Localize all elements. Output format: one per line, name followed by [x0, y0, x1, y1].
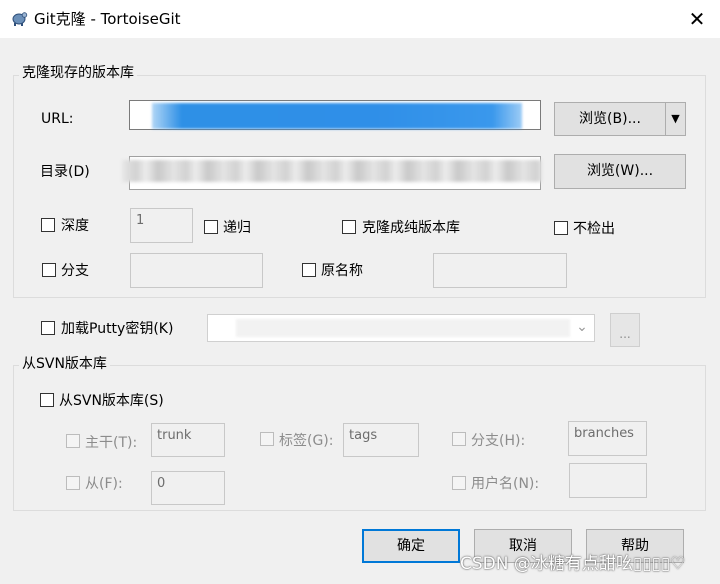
putty-redacted-text [236, 319, 570, 337]
csdn-watermark: CSDN @冰糖有点甜吆▯▯▯▯♡ [460, 554, 686, 574]
username-label: 用户名(N): [471, 476, 540, 492]
username-input[interactable] [569, 463, 647, 498]
from-rev-label: 从(F): [85, 476, 123, 492]
bare-label: 克隆成纯版本库 [362, 220, 460, 236]
username-checkbox[interactable] [452, 476, 466, 490]
close-icon[interactable]: ✕ [684, 6, 710, 32]
chevron-down-icon: ⌄ [576, 319, 588, 335]
recursive-checkbox[interactable] [204, 220, 218, 234]
url-browse-button[interactable]: 浏览(B)... [554, 102, 666, 136]
tags-checkbox[interactable] [260, 432, 274, 446]
url-input[interactable] [129, 100, 541, 130]
origin-input[interactable] [433, 253, 567, 288]
putty-browse-button[interactable]: ... [610, 313, 640, 347]
from-svn-label: 从SVN版本库(S) [59, 393, 164, 409]
no-checkout-label: 不检出 [573, 221, 615, 237]
trunk-label: 主干(T): [85, 435, 138, 451]
putty-checkbox[interactable] [41, 321, 55, 335]
dir-input[interactable] [122, 156, 542, 190]
url-browse-dropdown-button[interactable]: ▼ [665, 102, 686, 136]
branch-label: 分支 [61, 263, 89, 279]
window-title: Git克隆 - TortoiseGit [34, 10, 181, 28]
tortoise-icon [10, 9, 28, 27]
trunk-input[interactable]: trunk [151, 423, 225, 457]
dir-redacted-text [122, 160, 542, 182]
svn-branch-label: 分支(H): [471, 433, 526, 449]
bare-checkbox[interactable] [342, 220, 356, 234]
url-label: URL: [41, 111, 74, 127]
depth-input[interactable]: 1 [130, 208, 193, 243]
tags-input[interactable]: tags [343, 423, 419, 457]
branch-checkbox[interactable] [42, 263, 56, 277]
putty-label: 加载Putty密钥(K) [61, 321, 174, 337]
tags-label: 标签(G): [279, 433, 334, 449]
from-svn-checkbox[interactable] [40, 393, 54, 407]
url-redacted-text [152, 103, 522, 129]
origin-label: 原名称 [321, 263, 363, 279]
from-rev-checkbox[interactable] [66, 476, 80, 490]
from-rev-input[interactable]: 0 [151, 471, 225, 505]
branch-input[interactable] [130, 253, 263, 288]
no-checkout-checkbox[interactable] [554, 221, 568, 235]
svn-group-legend: 从SVN版本库 [19, 355, 110, 373]
dir-browse-button[interactable]: 浏览(W)... [554, 154, 686, 189]
origin-checkbox[interactable] [302, 263, 316, 277]
putty-key-combobox[interactable]: ⌄ [207, 314, 595, 342]
depth-label: 深度 [61, 218, 89, 234]
recursive-label: 递归 [223, 220, 251, 236]
ok-button[interactable]: 确定 [362, 529, 460, 563]
clone-group-legend: 克隆现存的版本库 [19, 64, 137, 82]
dir-label: 目录(D) [40, 164, 90, 180]
svn-branch-checkbox[interactable] [452, 432, 466, 446]
svn-branch-input[interactable]: branches [568, 421, 647, 456]
depth-checkbox[interactable] [41, 218, 55, 232]
trunk-checkbox[interactable] [66, 434, 80, 448]
chevron-down-icon: ▼ [671, 112, 680, 125]
